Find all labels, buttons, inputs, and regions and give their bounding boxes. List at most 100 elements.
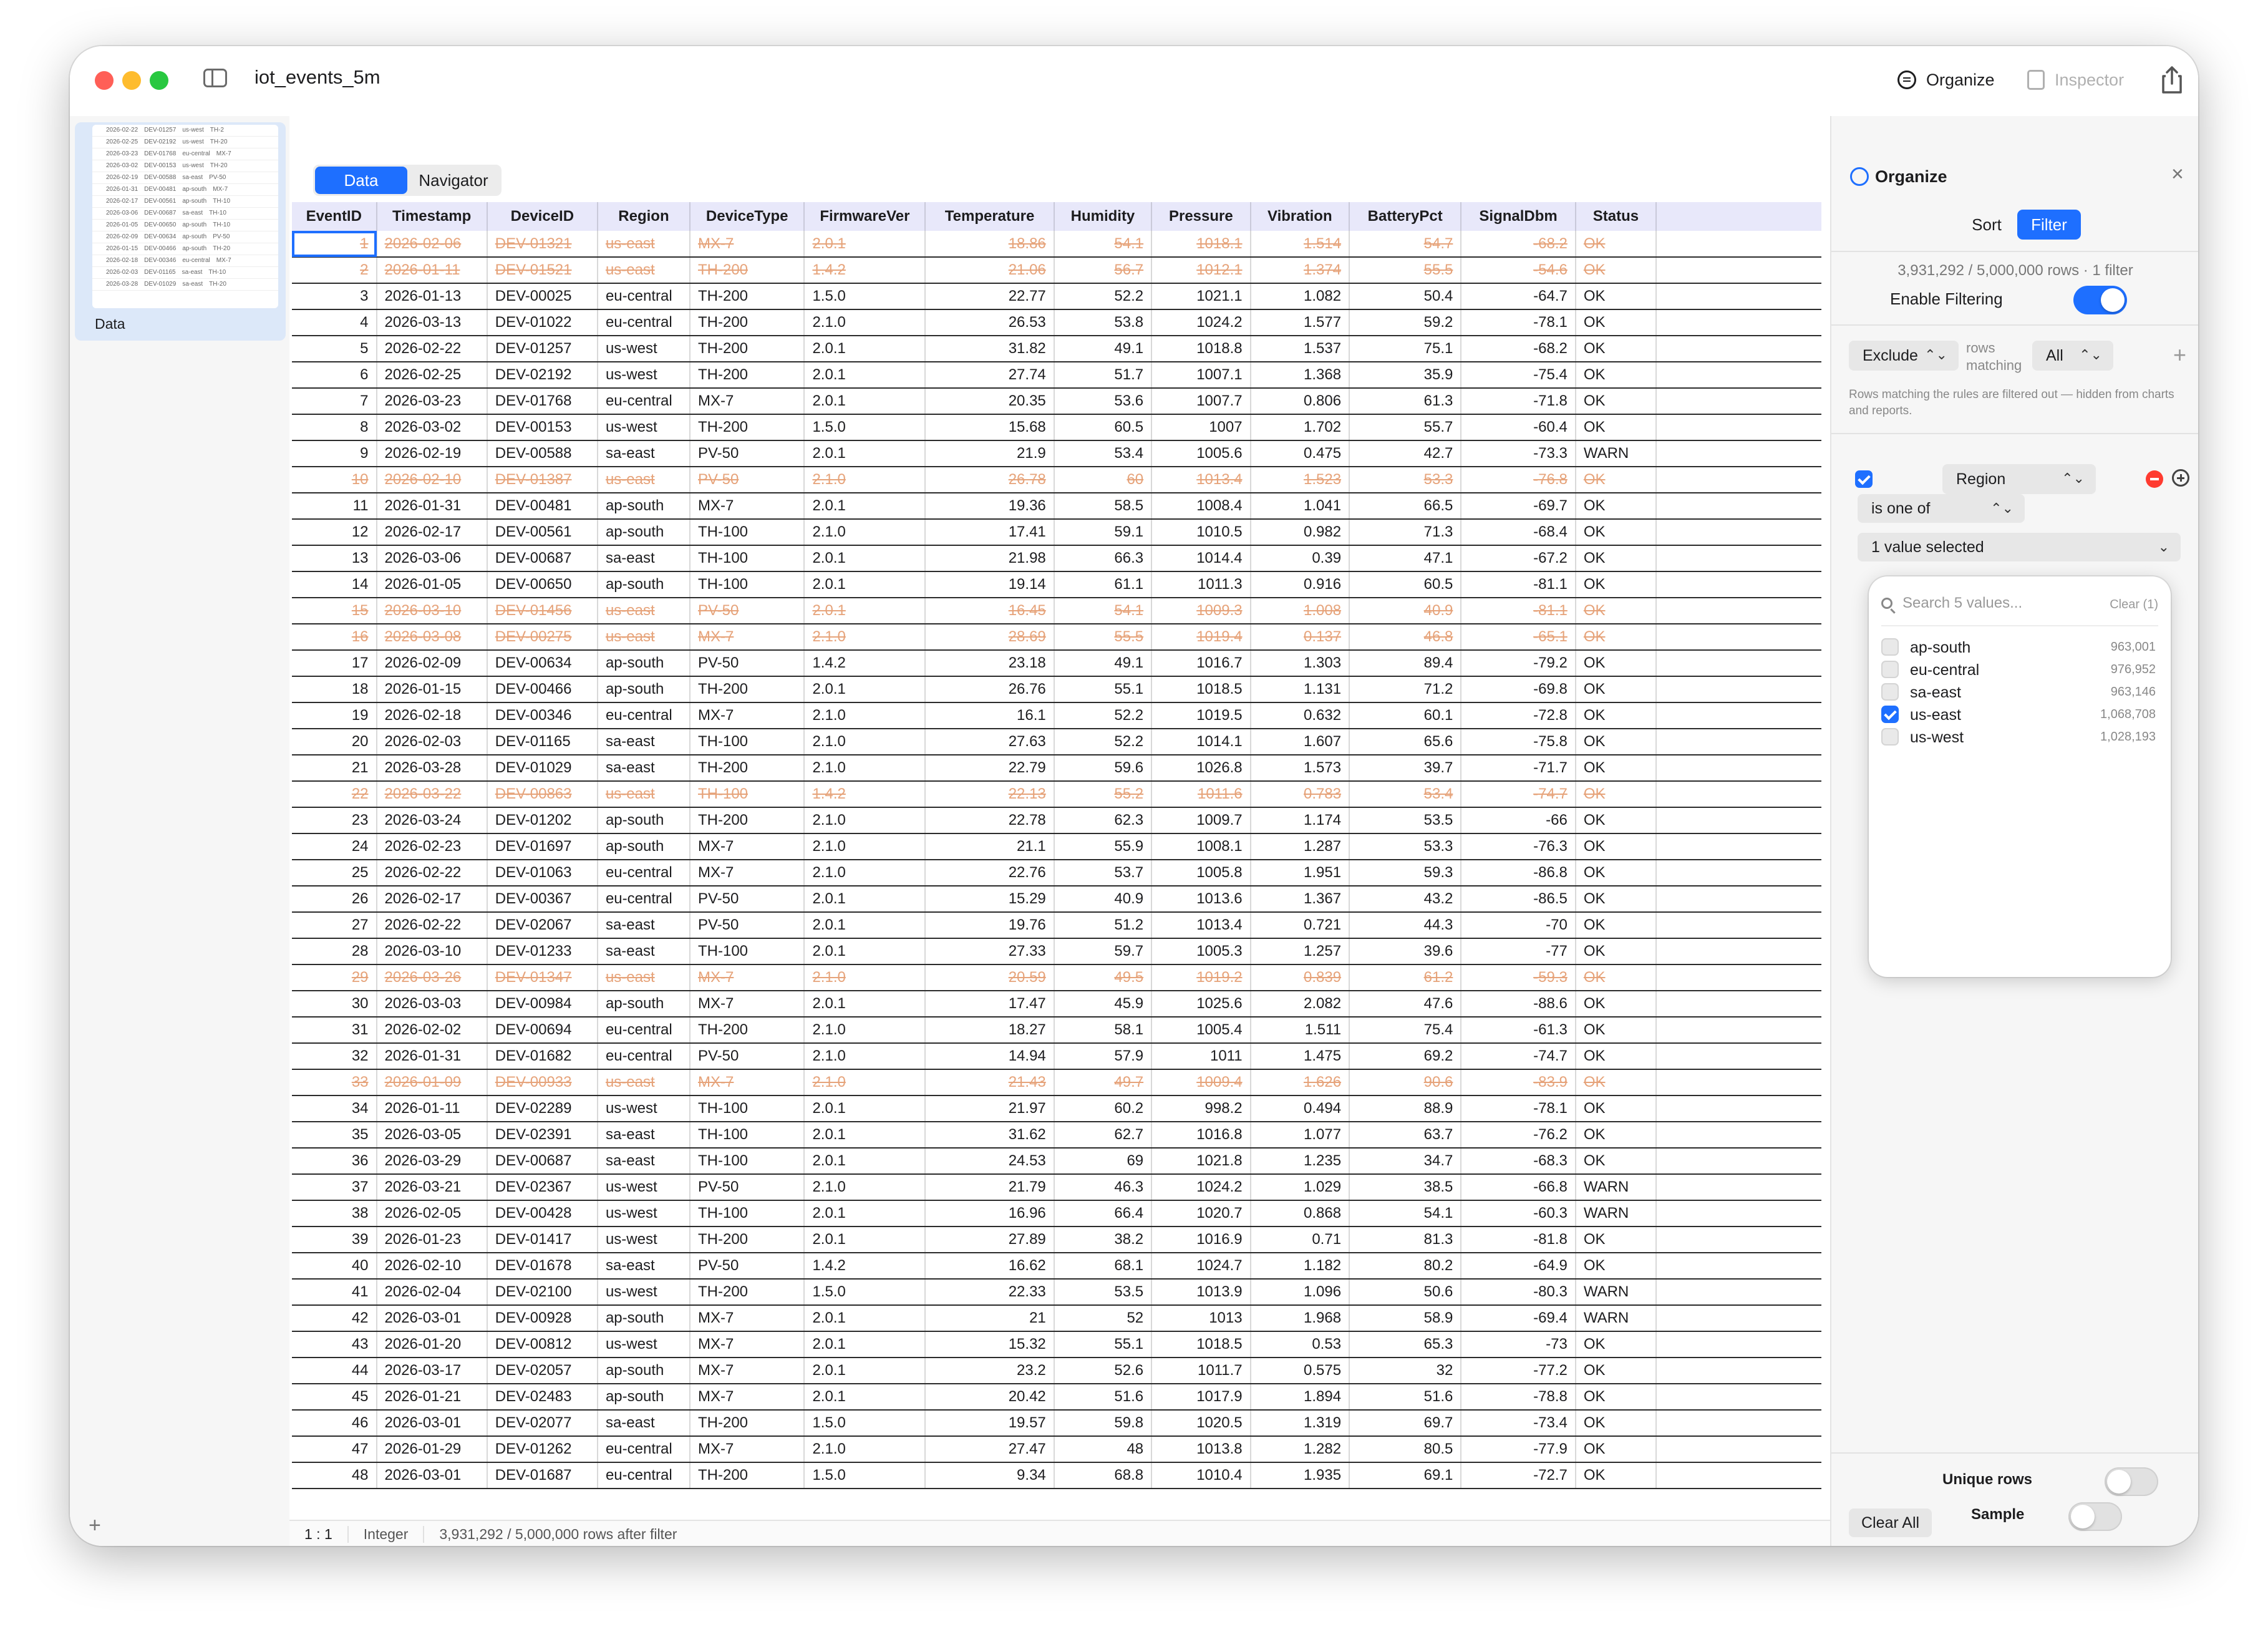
table-cell[interactable]: -72.7 xyxy=(1461,1462,1576,1489)
table-cell[interactable]: 31.82 xyxy=(925,336,1055,362)
table-cell[interactable]: 69 xyxy=(1054,1148,1153,1175)
table-cell[interactable]: 26.76 xyxy=(925,676,1055,703)
table-cell[interactable]: 1009.4 xyxy=(1151,1069,1251,1096)
tab-filter[interactable]: Filter xyxy=(2017,210,2081,240)
table-cell[interactable]: DEV-00466 xyxy=(487,676,598,703)
table-cell[interactable]: 1008.4 xyxy=(1151,493,1251,520)
table-cell[interactable]: DEV-01233 xyxy=(487,938,598,965)
table-cell[interactable]: -76.3 xyxy=(1461,833,1576,860)
table-cell[interactable]: 1.5.0 xyxy=(804,1410,926,1437)
table-cell[interactable]: 1.951 xyxy=(1250,860,1350,887)
table-cell[interactable]: MX-7 xyxy=(689,1069,805,1096)
column-header[interactable]: FirmwareVer xyxy=(804,202,926,231)
organize-button[interactable]: Organize xyxy=(1897,65,1995,95)
table-cell[interactable]: 1010.4 xyxy=(1151,1462,1251,1489)
table-cell[interactable]: 1013.4 xyxy=(1151,467,1251,493)
table-cell[interactable]: us-east xyxy=(597,598,691,624)
table-cell[interactable]: OK xyxy=(1575,598,1657,624)
table-cell[interactable]: 1009.3 xyxy=(1151,598,1251,624)
table-cell[interactable]: 1026.8 xyxy=(1151,755,1251,782)
table-cell[interactable]: OK xyxy=(1575,1227,1657,1253)
table-cell[interactable]: 45 xyxy=(292,1384,377,1411)
table-cell[interactable]: 28.69 xyxy=(925,624,1055,651)
table-cell[interactable]: 0.982 xyxy=(1250,519,1350,546)
table-cell[interactable]: DEV-00933 xyxy=(487,1069,598,1096)
table-cell[interactable]: 66.5 xyxy=(1349,493,1462,520)
table-cell[interactable]: 21 xyxy=(292,755,377,782)
table-cell[interactable]: 25 xyxy=(292,860,377,887)
table-cell[interactable]: -68.2 xyxy=(1461,336,1576,362)
table-cell[interactable]: 55.9 xyxy=(1054,833,1153,860)
table-row[interactable]: 6 2026-02-25 DEV-02192 us-west TH-200 2.0.1 27… xyxy=(292,362,1821,389)
table-cell[interactable]: DEV-02289 xyxy=(487,1095,598,1122)
table-cell[interactable]: DEV-00346 xyxy=(487,702,598,729)
table-cell[interactable]: WARN xyxy=(1575,1305,1657,1332)
table-cell[interactable]: 2026-01-11 xyxy=(376,1095,488,1122)
table-cell[interactable]: 23.2 xyxy=(925,1358,1055,1384)
table-cell[interactable]: 2 xyxy=(292,257,377,284)
table-row[interactable]: 48 2026-03-01 DEV-01687 eu-central TH-200 1.5… xyxy=(292,1462,1821,1489)
table-cell[interactable]: 34 xyxy=(292,1095,377,1122)
clear-values-button[interactable]: Clear (1) xyxy=(2110,598,2158,612)
table-cell[interactable]: 38.5 xyxy=(1349,1174,1462,1201)
table-row[interactable]: 46 2026-03-01 DEV-02077 sa-east TH-200 1.5.0 1… xyxy=(292,1410,1821,1437)
table-cell[interactable]: 1.282 xyxy=(1250,1436,1350,1463)
table-cell[interactable]: 2.1.0 xyxy=(804,860,926,887)
table-cell[interactable]: 51.6 xyxy=(1054,1384,1153,1411)
table-cell[interactable]: TH-200 xyxy=(689,309,805,336)
table-cell[interactable]: us-east xyxy=(597,257,691,284)
table-cell[interactable]: 1.008 xyxy=(1250,598,1350,624)
table-cell[interactable]: 30 xyxy=(292,991,377,1018)
table-cell[interactable]: ap-south xyxy=(597,833,691,860)
table-cell[interactable]: 2.0.1 xyxy=(804,886,926,913)
table-cell[interactable]: 39.6 xyxy=(1349,938,1462,965)
table-cell[interactable]: 1010.5 xyxy=(1151,519,1251,546)
table-row[interactable]: 33 2026-01-09 DEV-00933 us-east MX-7 2.1.0 21.… xyxy=(292,1069,1821,1096)
table-cell[interactable]: 55.1 xyxy=(1054,1331,1153,1358)
table-row[interactable]: 20 2026-02-03 DEV-01165 sa-east TH-100 2.1.0 2… xyxy=(292,729,1821,755)
table-row[interactable]: 11 2026-01-31 DEV-00481 ap-south MX-7 2.0.1 19… xyxy=(292,493,1821,520)
table-cell[interactable]: 68.1 xyxy=(1054,1253,1153,1280)
table-cell[interactable]: 2026-03-29 xyxy=(376,1148,488,1175)
table-cell[interactable]: ap-south xyxy=(597,991,691,1018)
table-cell[interactable]: us-east xyxy=(597,1069,691,1096)
column-header[interactable]: Pressure xyxy=(1151,202,1251,231)
table-cell[interactable]: DEV-01697 xyxy=(487,833,598,860)
table-cell[interactable]: DEV-00367 xyxy=(487,886,598,913)
column-header[interactable]: Region xyxy=(597,202,691,231)
table-cell[interactable]: 1.131 xyxy=(1250,676,1350,703)
table-cell[interactable]: 50.6 xyxy=(1349,1279,1462,1306)
table-row[interactable]: 42 2026-03-01 DEV-00928 ap-south MX-7 2.0.1 21… xyxy=(292,1305,1821,1332)
table-cell[interactable]: ap-south xyxy=(597,571,691,598)
table-cell[interactable]: 19.57 xyxy=(925,1410,1055,1437)
table-cell[interactable]: 1024.2 xyxy=(1151,309,1251,336)
table-cell[interactable]: 2.1.0 xyxy=(804,964,926,991)
table-cell[interactable]: 90.6 xyxy=(1349,1069,1462,1096)
table-cell[interactable]: -86.8 xyxy=(1461,860,1576,887)
table-cell[interactable]: 1007.1 xyxy=(1151,362,1251,389)
table-cell[interactable]: 1016.7 xyxy=(1151,650,1251,677)
table-cell[interactable]: 1.5.0 xyxy=(804,414,926,441)
table-cell[interactable]: -81.1 xyxy=(1461,571,1576,598)
table-cell[interactable]: us-west xyxy=(597,1227,691,1253)
table-cell[interactable]: 2026-02-19 xyxy=(376,440,488,467)
table-cell[interactable]: 18.86 xyxy=(925,231,1055,258)
table-cell[interactable]: 2.0.1 xyxy=(804,1305,926,1332)
table-cell[interactable]: TH-200 xyxy=(689,676,805,703)
table-cell[interactable]: PV-50 xyxy=(689,912,805,939)
table-cell[interactable]: 55.1 xyxy=(1054,676,1153,703)
table-cell[interactable]: DEV-01029 xyxy=(487,755,598,782)
column-header[interactable]: Status xyxy=(1575,202,1657,231)
table-cell[interactable]: 40.9 xyxy=(1349,598,1462,624)
table-cell[interactable]: 2026-01-05 xyxy=(376,571,488,598)
table-cell[interactable]: 1.5.0 xyxy=(804,283,926,310)
table-cell[interactable]: 2026-01-11 xyxy=(376,257,488,284)
table-cell[interactable]: 0.806 xyxy=(1250,388,1350,415)
table-cell[interactable]: TH-200 xyxy=(689,755,805,782)
table-cell[interactable]: TH-100 xyxy=(689,1148,805,1175)
table-cell[interactable]: -66 xyxy=(1461,807,1576,834)
table-cell[interactable]: -79.2 xyxy=(1461,650,1576,677)
table-cell[interactable]: 2.0.1 xyxy=(804,1331,926,1358)
table-cell[interactable]: 1.257 xyxy=(1250,938,1350,965)
table-cell[interactable]: OK xyxy=(1575,650,1657,677)
